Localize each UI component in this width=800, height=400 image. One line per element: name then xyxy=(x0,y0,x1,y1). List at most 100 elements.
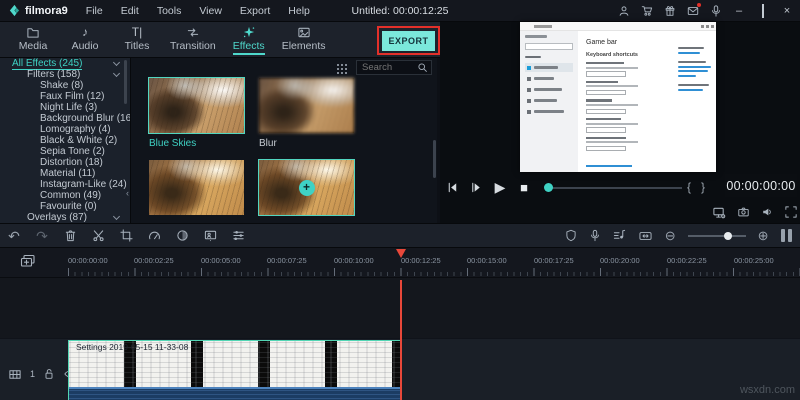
chevron-down-icon[interactable] xyxy=(113,59,120,66)
zoom-in-button[interactable]: ⊕ xyxy=(758,229,769,242)
tab-transition[interactable]: Transition xyxy=(170,22,216,58)
effect-thumbnail-hovered[interactable]: + xyxy=(259,160,354,215)
crop-icon[interactable] xyxy=(112,229,140,242)
timeline-clip[interactable]: Settings 2019-05-15 11-33-08 xyxy=(68,340,402,400)
category-night-life[interactable]: Night Life (3) xyxy=(0,102,130,113)
filmora-logo-icon xyxy=(8,4,21,17)
zoom-out-button[interactable]: ⊖ xyxy=(665,229,676,242)
category-favourite[interactable]: Favourite (0) xyxy=(0,201,130,212)
chevron-down-icon[interactable] xyxy=(113,213,120,220)
timeline-tracks: 1 Settings 2019-05-15 11-33-08 xyxy=(0,278,800,386)
seek-handle[interactable] xyxy=(544,183,553,192)
add-effect-icon[interactable]: + xyxy=(299,180,315,196)
category-material[interactable]: Material (11) xyxy=(0,168,130,179)
maximize-button[interactable] xyxy=(756,5,770,17)
playhead-line[interactable] xyxy=(400,280,402,400)
category-distortion[interactable]: Distortion (18) xyxy=(0,157,130,168)
cart-icon[interactable] xyxy=(640,5,653,18)
panel-collapse-icon[interactable]: ‹ xyxy=(126,188,129,198)
effect-thumbnail[interactable] xyxy=(149,160,244,215)
gift-icon[interactable] xyxy=(663,5,676,18)
titles-icon: T| xyxy=(132,26,142,39)
snapshot-camera-icon[interactable] xyxy=(737,206,750,218)
mark-out-button[interactable]: } xyxy=(696,180,710,194)
tab-media[interactable]: Media xyxy=(14,22,52,58)
mark-in-button[interactable]: { xyxy=(682,180,696,194)
delete-icon[interactable] xyxy=(56,229,84,242)
category-all-effects[interactable]: All Effects (245) xyxy=(0,58,130,69)
speed-icon[interactable] xyxy=(140,229,168,242)
play-button[interactable]: ▶ xyxy=(488,180,512,194)
export-button[interactable]: EXPORT xyxy=(382,31,435,51)
menu-file[interactable]: File xyxy=(86,5,103,17)
project-title: Untitled: 00:00:12:25 xyxy=(250,5,550,17)
redo-button[interactable]: ↷ xyxy=(28,229,56,243)
motion-tracking-icon[interactable] xyxy=(196,229,224,242)
settings-window-titlebar xyxy=(520,22,716,31)
fit-timeline-icon[interactable] xyxy=(638,230,653,242)
minimize-button[interactable]: – xyxy=(732,5,746,17)
effects-grid-scrollbar[interactable] xyxy=(433,140,436,178)
category-lomography[interactable]: Lomography (4) xyxy=(0,124,130,135)
category-faux-film[interactable]: Faux Film (12) xyxy=(0,91,130,102)
mail-notification-dot xyxy=(697,3,701,7)
next-frame-button[interactable] xyxy=(464,181,488,194)
search-box xyxy=(356,60,432,75)
edit-toolbar: ↶ ↷ xyxy=(0,223,800,248)
manage-tracks-icon[interactable] xyxy=(20,254,36,269)
maximize-icon xyxy=(762,4,764,18)
menu-tools[interactable]: Tools xyxy=(157,5,182,17)
seek-slider[interactable] xyxy=(542,182,682,192)
undo-button[interactable]: ↶ xyxy=(0,229,28,243)
sidebar-scrollbar[interactable] xyxy=(124,60,127,104)
chevron-down-icon[interactable] xyxy=(113,70,120,77)
display-settings-icon[interactable] xyxy=(712,206,726,219)
effect-thumbnail-blue-skies[interactable] xyxy=(149,78,244,133)
close-button[interactable]: × xyxy=(780,5,794,17)
category-background-blur[interactable]: Background Blur (16) xyxy=(0,113,130,124)
app-logo-text: filmora9 xyxy=(25,5,68,17)
playhead-marker[interactable] xyxy=(396,249,406,258)
account-icon[interactable] xyxy=(617,5,630,18)
track-lock-icon[interactable] xyxy=(43,368,55,380)
microphone-icon[interactable] xyxy=(709,5,722,18)
audio-mixer-icon[interactable] xyxy=(613,229,626,242)
timeline-zoom-slider[interactable] xyxy=(688,231,746,241)
category-sepia-tone[interactable]: Sepia Tone (2) xyxy=(0,146,130,157)
shield-icon[interactable] xyxy=(565,229,577,242)
effects-grid: Blue Skies Blur + xyxy=(130,58,437,223)
record-voiceover-icon[interactable] xyxy=(589,229,601,242)
category-black-white[interactable]: Black & White (2) xyxy=(0,135,130,146)
volume-icon[interactable] xyxy=(761,206,774,218)
tab-titles[interactable]: T| Titles xyxy=(118,22,156,58)
effect-thumbnail-blur[interactable] xyxy=(259,78,354,133)
search-icon[interactable] xyxy=(417,62,431,73)
stop-button[interactable]: ■ xyxy=(512,181,536,194)
transition-icon xyxy=(186,25,200,39)
zoom-slider-handle[interactable] xyxy=(724,232,732,240)
category-instagram-like[interactable]: Instagram-Like (24) xyxy=(0,179,130,190)
fullscreen-icon[interactable] xyxy=(785,206,797,218)
effect-label: Blue Skies xyxy=(149,138,196,149)
grid-view-icon[interactable] xyxy=(335,62,349,76)
category-common[interactable]: Common (49) xyxy=(0,190,130,201)
mail-icon[interactable] xyxy=(686,5,699,18)
watermark-text: wsxdn.com xyxy=(740,384,795,396)
category-shake[interactable]: Shake (8) xyxy=(0,80,130,91)
category-filters[interactable]: Filters (158) xyxy=(0,69,130,80)
menu-edit[interactable]: Edit xyxy=(121,5,139,17)
category-overlays[interactable]: Overlays (87) xyxy=(0,212,130,223)
split-scissors-icon[interactable] xyxy=(84,229,112,242)
previous-frame-button[interactable] xyxy=(440,181,464,194)
panel-layout-icon[interactable] xyxy=(781,229,793,242)
search-input[interactable] xyxy=(357,62,417,73)
menu-bar: filmora9 File Edit Tools View Export Hel… xyxy=(0,0,800,22)
settings-page-title: Game bar xyxy=(586,39,708,46)
tab-effects[interactable]: Effects xyxy=(230,22,268,58)
color-correction-icon[interactable] xyxy=(168,229,196,242)
tab-elements[interactable]: Elements xyxy=(282,22,326,58)
tab-audio[interactable]: ♪ Audio xyxy=(66,22,104,58)
settings-sidebar xyxy=(520,31,578,172)
menu-view[interactable]: View xyxy=(199,5,222,17)
adjust-sliders-icon[interactable] xyxy=(224,229,252,242)
